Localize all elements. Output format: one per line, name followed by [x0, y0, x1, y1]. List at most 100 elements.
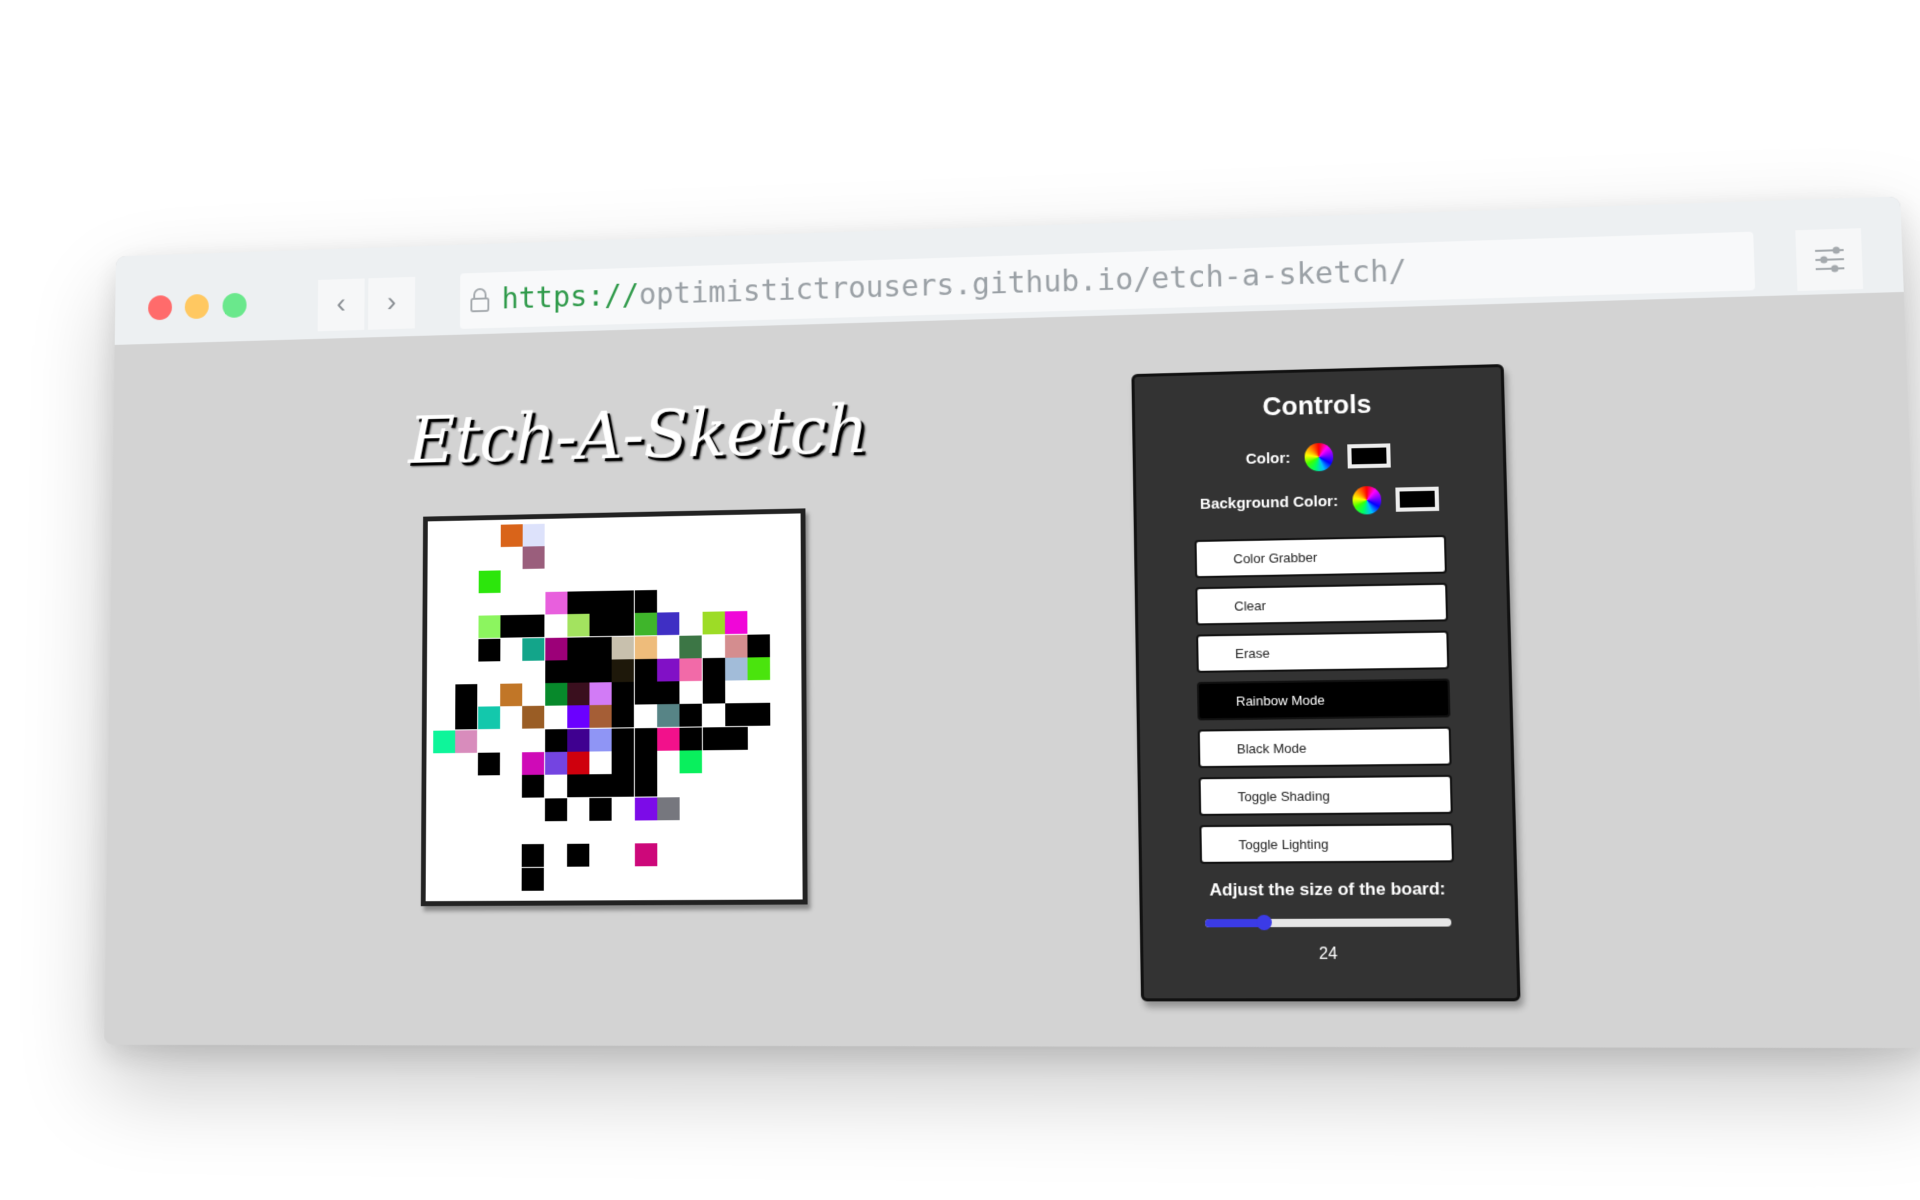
board-cell[interactable] — [724, 611, 748, 635]
board-cell[interactable] — [567, 728, 590, 752]
background-color-wheel-icon[interactable] — [1352, 485, 1382, 515]
board-cell[interactable] — [544, 660, 567, 683]
board-cell[interactable] — [724, 657, 748, 681]
settings-button[interactable] — [1795, 228, 1864, 292]
board-cell[interactable] — [612, 681, 635, 705]
board-cell[interactable] — [589, 613, 612, 637]
back-button[interactable]: ‹ — [317, 278, 365, 332]
board-cell[interactable] — [634, 658, 657, 682]
board-cell[interactable] — [589, 774, 612, 798]
board-cell[interactable] — [679, 704, 703, 728]
board-cell[interactable] — [634, 635, 657, 659]
board-cell[interactable] — [544, 637, 567, 661]
board-cell[interactable] — [657, 704, 680, 728]
board-cell[interactable] — [612, 727, 635, 751]
board-cell[interactable] — [612, 590, 635, 614]
maximize-window-button[interactable] — [222, 292, 247, 319]
clear-button[interactable]: Clear — [1195, 582, 1449, 626]
board-cell[interactable] — [634, 727, 657, 751]
background-color-swatch[interactable] — [1395, 486, 1440, 512]
erase-button[interactable]: Erase — [1196, 630, 1450, 673]
board-cell[interactable] — [634, 589, 657, 613]
board-cell[interactable] — [679, 727, 703, 751]
board-cell[interactable] — [589, 682, 612, 706]
board-cell[interactable] — [589, 797, 612, 821]
close-window-button[interactable] — [147, 295, 173, 321]
forward-button[interactable]: › — [368, 276, 416, 330]
board-cell[interactable] — [522, 614, 545, 638]
board-cell[interactable] — [725, 726, 748, 750]
board-cell[interactable] — [612, 704, 635, 728]
board-cell[interactable] — [679, 634, 703, 659]
black-mode-button[interactable]: Black Mode — [1197, 726, 1452, 769]
board-cell[interactable] — [589, 659, 612, 683]
board-cell[interactable] — [589, 636, 612, 660]
board-size-slider[interactable] — [1205, 914, 1452, 931]
board-cell[interactable] — [702, 726, 725, 750]
board-cell[interactable] — [478, 570, 501, 593]
color-wheel-icon[interactable] — [1304, 442, 1334, 472]
board-cell[interactable] — [612, 636, 635, 660]
board-cell[interactable] — [544, 797, 567, 821]
minimize-window-button[interactable] — [184, 293, 209, 320]
board-cell[interactable] — [567, 705, 590, 729]
board-cell[interactable] — [702, 680, 725, 704]
board-cell[interactable] — [567, 682, 590, 706]
board-cell[interactable] — [612, 658, 635, 682]
board-cell[interactable] — [702, 611, 725, 635]
board-cell[interactable] — [521, 844, 545, 868]
board-cell[interactable] — [567, 591, 590, 615]
color-grabber-button[interactable]: Color Grabber — [1194, 535, 1447, 579]
board-cell[interactable] — [522, 706, 545, 730]
slider-thumb[interactable] — [1256, 914, 1273, 931]
board-cell[interactable] — [702, 657, 725, 681]
board-cell[interactable] — [544, 682, 567, 706]
board-cell[interactable] — [612, 751, 635, 775]
board-cell[interactable] — [522, 775, 545, 798]
board-cell[interactable] — [544, 751, 567, 775]
board-cell[interactable] — [433, 730, 456, 753]
board-cell[interactable] — [566, 843, 590, 867]
board-cell[interactable] — [634, 612, 657, 636]
board-cell[interactable] — [679, 750, 703, 774]
color-swatch[interactable] — [1347, 443, 1391, 469]
board-cell[interactable] — [657, 612, 680, 636]
toggle-lighting-button[interactable]: Toggle Lighting — [1199, 823, 1455, 864]
board-cell[interactable] — [500, 683, 523, 707]
rainbow-mode-button[interactable]: Rainbow Mode — [1196, 678, 1451, 721]
board-cell[interactable] — [455, 729, 478, 753]
board-cell[interactable] — [500, 615, 523, 638]
board-cell[interactable] — [455, 707, 478, 730]
board-cell[interactable] — [544, 591, 568, 615]
board-cell[interactable] — [455, 684, 478, 708]
board-cell[interactable] — [724, 634, 748, 658]
board-cell[interactable] — [522, 523, 545, 547]
board-cell[interactable] — [522, 752, 545, 775]
board-cell[interactable] — [657, 727, 680, 751]
board-cell[interactable] — [657, 796, 680, 820]
board-cell[interactable] — [634, 843, 658, 867]
board-cell[interactable] — [589, 705, 612, 729]
board-cell[interactable] — [500, 524, 523, 548]
board-cell[interactable] — [567, 613, 590, 637]
board-cell[interactable] — [612, 613, 635, 637]
board-cell[interactable] — [725, 703, 748, 727]
board-cell[interactable] — [567, 659, 590, 683]
board-cell[interactable] — [634, 797, 657, 821]
board-cell[interactable] — [657, 681, 680, 705]
board-cell[interactable] — [634, 681, 657, 705]
board-cell[interactable] — [634, 750, 657, 774]
sketch-board[interactable] — [420, 508, 808, 907]
board-cell[interactable] — [589, 728, 612, 752]
board-cell[interactable] — [478, 615, 501, 639]
board-cell[interactable] — [522, 546, 545, 570]
board-cell[interactable] — [747, 703, 771, 727]
board-cell[interactable] — [679, 657, 703, 682]
board-cell[interactable] — [589, 590, 612, 614]
board-cell[interactable] — [477, 638, 501, 662]
board-cell[interactable] — [567, 636, 590, 660]
board-cell[interactable] — [477, 752, 500, 776]
board-cell[interactable] — [747, 656, 771, 681]
board-cell[interactable] — [521, 867, 545, 891]
board-cell[interactable] — [544, 728, 567, 752]
